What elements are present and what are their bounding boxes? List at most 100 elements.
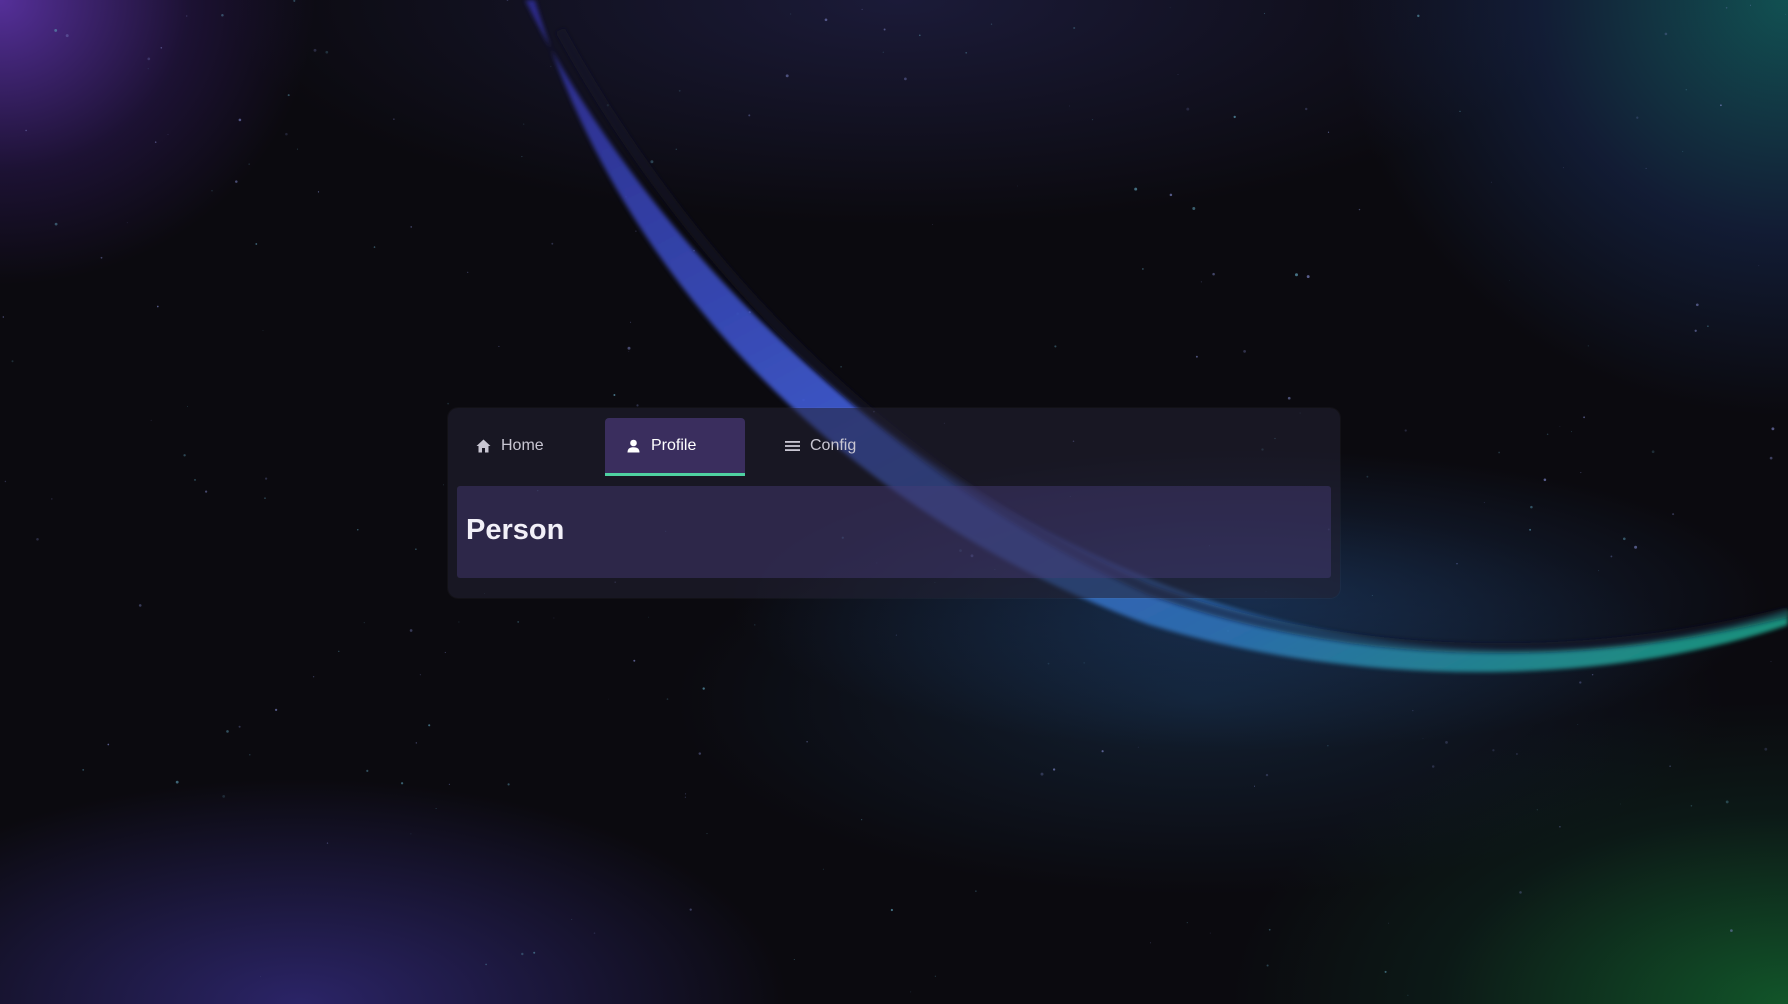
star — [1748, 624, 1750, 626]
star — [702, 687, 705, 690]
star — [1327, 745, 1329, 747]
star — [1226, 629, 1230, 633]
star — [448, 783, 451, 786]
star — [666, 698, 669, 700]
star — [1669, 765, 1671, 767]
star — [1750, 4, 1751, 6]
star — [1169, 193, 1173, 197]
tab-home[interactable]: Home — [448, 418, 588, 474]
app-window: Home Profile Config Person — [448, 408, 1340, 598]
star — [1083, 662, 1085, 664]
star — [205, 490, 208, 493]
star — [1563, 167, 1564, 169]
star — [1730, 929, 1733, 932]
star — [485, 963, 487, 966]
star — [1384, 970, 1387, 973]
star — [895, 634, 897, 636]
star — [1690, 805, 1693, 807]
tab-config[interactable]: Config — [758, 418, 898, 474]
star — [1091, 119, 1094, 121]
star — [1134, 187, 1138, 191]
star — [175, 780, 179, 784]
star — [186, 405, 189, 408]
star — [1519, 891, 1522, 894]
tab-profile[interactable]: Profile — [605, 418, 745, 476]
star — [1610, 555, 1613, 558]
star — [785, 74, 789, 78]
star — [415, 742, 417, 744]
star — [523, 123, 525, 125]
star — [625, 196, 627, 198]
star — [790, 13, 792, 15]
star — [517, 620, 520, 623]
star — [100, 256, 103, 259]
star — [1492, 749, 1495, 752]
star — [1681, 150, 1684, 153]
star — [685, 793, 687, 795]
star — [498, 345, 500, 347]
star — [904, 77, 907, 81]
star — [736, 312, 739, 315]
star — [1150, 942, 1151, 944]
star — [1508, 279, 1510, 281]
star — [296, 148, 298, 150]
star — [1371, 595, 1373, 597]
star — [419, 674, 421, 676]
star — [65, 34, 69, 38]
star — [126, 222, 128, 224]
star — [571, 918, 573, 921]
star — [211, 190, 213, 192]
star — [1634, 545, 1638, 549]
star — [1356, 654, 1358, 656]
star — [467, 271, 469, 274]
star — [1580, 472, 1582, 474]
star — [1047, 662, 1050, 665]
star — [1591, 673, 1594, 676]
star — [443, 484, 444, 486]
page-title: Person — [466, 514, 565, 546]
star — [1459, 110, 1461, 113]
star — [287, 94, 290, 97]
star — [1695, 303, 1699, 307]
star — [990, 23, 993, 25]
star — [444, 651, 446, 654]
star — [1287, 396, 1291, 400]
star — [1587, 345, 1589, 347]
star — [1758, 265, 1760, 267]
star — [1770, 661, 1772, 662]
star — [1268, 928, 1271, 931]
star — [748, 311, 751, 314]
tab-profile-label: Profile — [651, 437, 697, 454]
star — [1054, 345, 1057, 348]
star — [183, 454, 186, 457]
star — [1243, 350, 1246, 353]
star — [167, 133, 169, 135]
star — [25, 129, 27, 132]
star — [1192, 207, 1196, 210]
star — [410, 226, 413, 228]
star — [824, 18, 828, 22]
star — [934, 975, 937, 977]
star — [1583, 416, 1585, 419]
desktop-background: Home Profile Config Person — [0, 0, 1788, 1004]
star — [400, 782, 404, 785]
star — [1266, 964, 1269, 967]
star — [1559, 426, 1561, 427]
star — [1142, 268, 1144, 270]
star — [1137, 746, 1139, 748]
star — [54, 222, 58, 226]
star — [607, 698, 609, 700]
star — [1200, 281, 1202, 283]
star — [910, 991, 912, 993]
star — [249, 754, 251, 756]
star — [428, 724, 431, 727]
star — [533, 951, 536, 954]
star — [150, 419, 152, 421]
star — [1456, 563, 1458, 565]
star — [1685, 88, 1688, 91]
star — [1694, 329, 1697, 332]
star — [675, 148, 678, 151]
star — [689, 908, 692, 911]
star — [312, 676, 315, 678]
star — [393, 118, 395, 120]
